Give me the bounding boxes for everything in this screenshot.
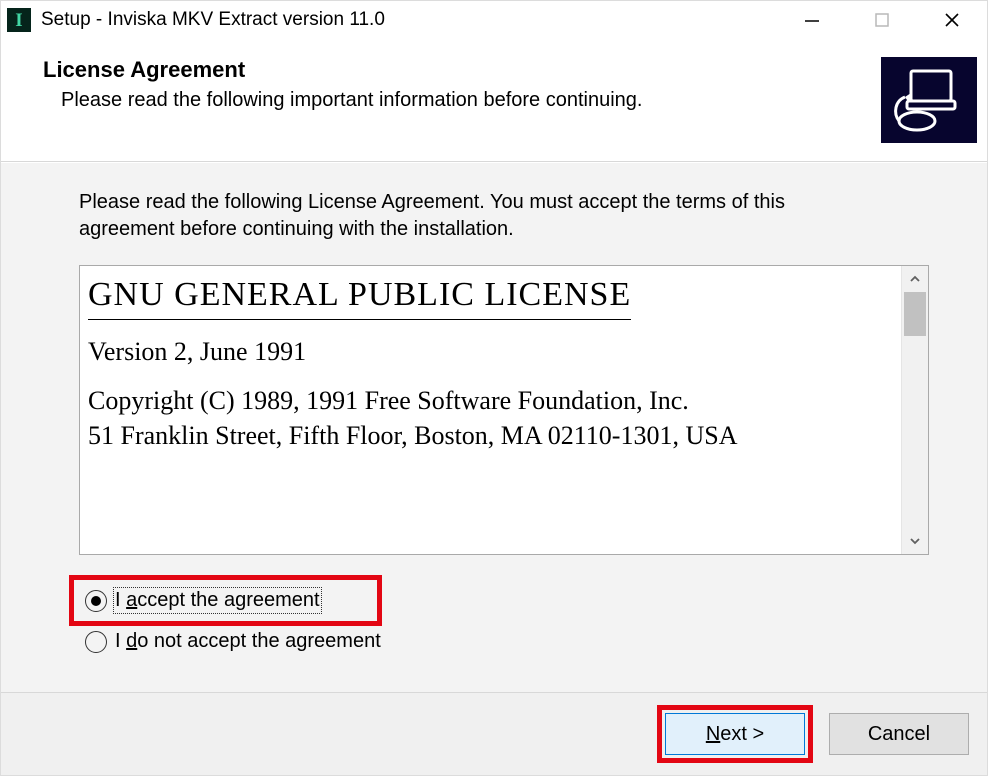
license-text-panel: GNU GENERAL PUBLIC LICENSE Version 2, Ju… (79, 265, 929, 555)
radio-indicator-icon (85, 590, 107, 612)
wizard-header-text: License Agreement Please read the follow… (43, 57, 861, 112)
agreement-radio-group: I accept the agreement I do not accept t… (79, 585, 929, 667)
label-part: o not accept the agreement (137, 630, 381, 652)
page-title: License Agreement (43, 57, 861, 83)
wizard-footer: Next > Cancel (1, 692, 987, 775)
window-title: Setup - Inviska MKV Extract version 11.0 (41, 9, 777, 31)
wizard-header: License Agreement Please read the follow… (1, 39, 987, 162)
license-address-text: 51 Franklin Street, Fifth Floor, Boston,… (88, 421, 737, 450)
app-icon: I (7, 8, 31, 32)
wizard-body: Please read the following License Agreem… (1, 162, 987, 692)
next-button-wrap: Next > (665, 713, 805, 755)
scroll-thumb[interactable] (904, 292, 926, 336)
scroll-track[interactable] (902, 292, 928, 528)
radio-indicator-icon (85, 631, 107, 653)
label-part: I (115, 589, 126, 611)
radio-accept-agreement[interactable]: I accept the agreement (79, 585, 326, 616)
scroll-up-icon[interactable] (902, 266, 928, 292)
license-scrollbar[interactable] (901, 266, 928, 554)
titlebar: I Setup - Inviska MKV Extract version 11… (1, 1, 987, 39)
page-subtitle: Please read the following important info… (61, 89, 861, 112)
instructions-text: Please read the following License Agreem… (79, 189, 859, 243)
label-part: ccept the agreement (137, 589, 319, 611)
license-copyright-text: Copyright (C) 1989, 1991 Free Software F… (88, 386, 689, 415)
app-icon-letter: I (15, 11, 22, 30)
wizard-icon (881, 57, 977, 143)
label-accelerator: N (706, 723, 720, 746)
setup-wizard-window: I Setup - Inviska MKV Extract version 11… (0, 0, 988, 776)
label-part: ext > (720, 723, 764, 746)
license-text[interactable]: GNU GENERAL PUBLIC LICENSE Version 2, Ju… (80, 266, 901, 554)
label-part: I (115, 630, 126, 652)
cancel-button[interactable]: Cancel (829, 713, 969, 755)
license-copyright-line: Copyright (C) 1989, 1991 Free Software F… (88, 383, 891, 453)
license-version-line: Version 2, June 1991 (88, 334, 891, 369)
maximize-button (847, 1, 917, 39)
radio-accept-label: I accept the agreement (115, 589, 320, 612)
label-accelerator: a (126, 589, 137, 611)
license-title: GNU GENERAL PUBLIC LICENSE (88, 272, 631, 320)
radio-reject-agreement[interactable]: I do not accept the agreement (79, 626, 387, 657)
next-button[interactable]: Next > (665, 713, 805, 755)
cancel-label: Cancel (868, 723, 930, 746)
scroll-down-icon[interactable] (902, 528, 928, 554)
window-controls (777, 1, 987, 39)
close-button[interactable] (917, 1, 987, 39)
minimize-button[interactable] (777, 1, 847, 39)
label-accelerator: d (126, 630, 137, 652)
radio-reject-label: I do not accept the agreement (115, 630, 381, 653)
